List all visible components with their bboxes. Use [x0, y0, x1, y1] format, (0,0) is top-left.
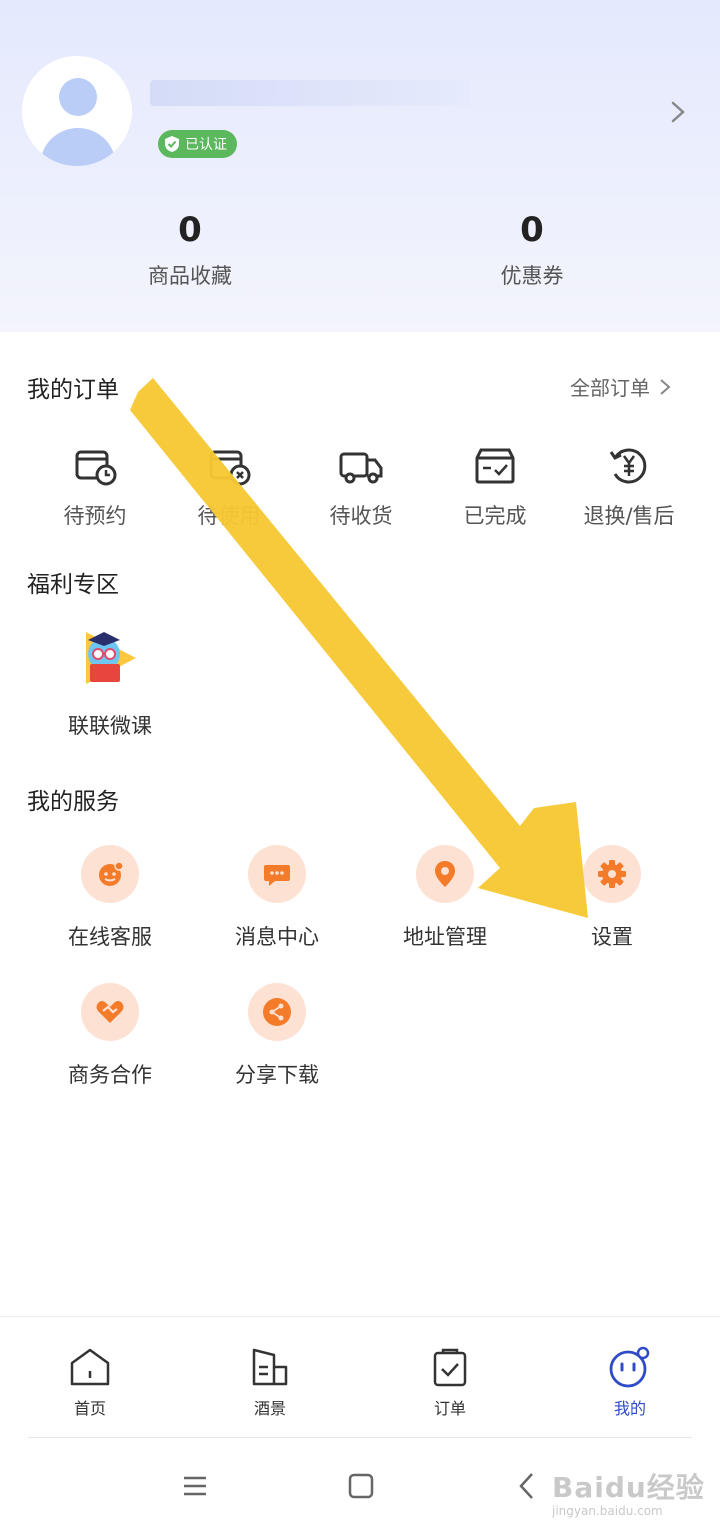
welfare-section-title: 福利专区: [27, 572, 119, 598]
services-section-title: 我的服务: [27, 789, 119, 815]
gear-icon: [598, 860, 626, 888]
bottom-tab-bar: 首页 酒景 订单 我的: [0, 1316, 720, 1438]
order-pending-receipt-label: 待收货: [329, 504, 393, 528]
tab-orders-label: 订单: [433, 1399, 466, 1418]
chevron-right-icon: [660, 378, 671, 395]
order-completed-label: 已完成: [463, 504, 527, 528]
course-mascot-icon: [86, 632, 136, 684]
hotel-icon: [252, 1348, 288, 1386]
service-share-download-label: 分享下载: [235, 1063, 319, 1087]
service-settings-label: 设置: [591, 925, 633, 949]
stat-favorites-label: 商品收藏: [148, 264, 232, 288]
service-icon-bg: [248, 845, 306, 903]
order-pending-use[interactable]: 待使用: [162, 442, 296, 530]
stat-coupons[interactable]: 0 优惠券: [452, 208, 612, 290]
service-share-download[interactable]: 分享下载: [207, 983, 347, 1089]
message-icon: [264, 865, 290, 886]
service-message-center-label: 消息中心: [235, 925, 319, 949]
service-icon-bg: [81, 845, 139, 903]
service-icon-bg: [81, 983, 139, 1041]
home-square-icon[interactable]: [341, 1468, 381, 1504]
tab-hotel-scenic-label: 酒景: [253, 1399, 286, 1418]
username-blurred: [150, 80, 470, 106]
tab-orders[interactable]: 订单: [390, 1345, 510, 1419]
service-address-management-label: 地址管理: [403, 925, 487, 949]
profile-face-icon: [609, 1346, 650, 1388]
avatar-head-shape: [59, 78, 97, 116]
tab-mine[interactable]: 我的: [570, 1345, 690, 1419]
share-icon: [263, 998, 291, 1026]
order-bag-icon: [433, 1348, 467, 1387]
truck-icon: [339, 452, 383, 484]
order-pending-use-label: 待使用: [197, 504, 261, 528]
verified-label: 已认证: [185, 137, 227, 153]
stat-favorites-value: 0: [178, 210, 202, 250]
service-address-management[interactable]: 地址管理: [375, 845, 515, 951]
avatar[interactable]: [22, 56, 132, 166]
shield-check-icon: [165, 136, 179, 152]
watermark-logo: Baidu经验: [552, 1471, 705, 1504]
back-icon[interactable]: [508, 1468, 548, 1504]
home-icon: [70, 1348, 110, 1386]
stat-coupons-label: 优惠券: [500, 264, 564, 288]
card-x-icon: [209, 450, 251, 486]
stat-favorites[interactable]: 0 商品收藏: [110, 208, 270, 290]
refund-yen-icon: [609, 448, 647, 484]
all-orders-link[interactable]: 全部订单: [570, 372, 672, 401]
avatar-body-shape: [40, 128, 116, 166]
tab-home[interactable]: 首页: [30, 1345, 150, 1419]
service-online-support-label: 在线客服: [68, 925, 152, 949]
orders-section-title: 我的订单: [27, 377, 119, 403]
service-icon-bg: [248, 983, 306, 1041]
order-pending-booking-label: 待预约: [63, 504, 127, 528]
service-message-center[interactable]: 消息中心: [207, 845, 347, 951]
welfare-course-label: 联联微课: [68, 714, 152, 738]
welfare-course[interactable]: 联联微课: [50, 620, 170, 740]
service-business-cooperation-label: 商务合作: [68, 1063, 152, 1087]
tab-hotel-scenic[interactable]: 酒景: [210, 1345, 330, 1419]
stat-coupons-value: 0: [520, 210, 544, 250]
tab-mine-label: 我的: [613, 1399, 646, 1418]
order-refund-aftersale-label: 退换/售后: [583, 504, 675, 528]
watermark-url: jingyan.baidu.com: [552, 1504, 663, 1518]
handshake-icon: [96, 1001, 124, 1023]
tab-home-label: 首页: [73, 1399, 106, 1418]
service-icon-bg: [583, 845, 641, 903]
service-online-support[interactable]: 在线客服: [40, 845, 180, 951]
order-completed[interactable]: 已完成: [428, 442, 562, 530]
order-pending-receipt[interactable]: 待收货: [294, 442, 428, 530]
service-settings[interactable]: 设置: [542, 845, 682, 951]
menu-icon[interactable]: [175, 1468, 215, 1504]
all-orders-label: 全部订单: [570, 376, 650, 400]
verified-badge: 已认证: [158, 130, 237, 158]
baidu-watermark: Baidu经验 jingyan.baidu.com: [552, 1466, 712, 1522]
profile-header: 已认证 0 商品收藏 0 优惠券: [0, 0, 720, 332]
order-refund-aftersale[interactable]: 退换/售后: [562, 442, 696, 530]
order-pending-booking[interactable]: 待预约: [28, 442, 162, 530]
service-business-cooperation[interactable]: 商务合作: [40, 983, 180, 1089]
box-check-icon: [475, 448, 515, 484]
location-icon: [435, 861, 455, 887]
service-icon-bg: [416, 845, 474, 903]
chevron-right-icon[interactable]: [668, 100, 688, 124]
calendar-clock-icon: [75, 450, 117, 486]
customer-service-icon: [99, 861, 124, 886]
